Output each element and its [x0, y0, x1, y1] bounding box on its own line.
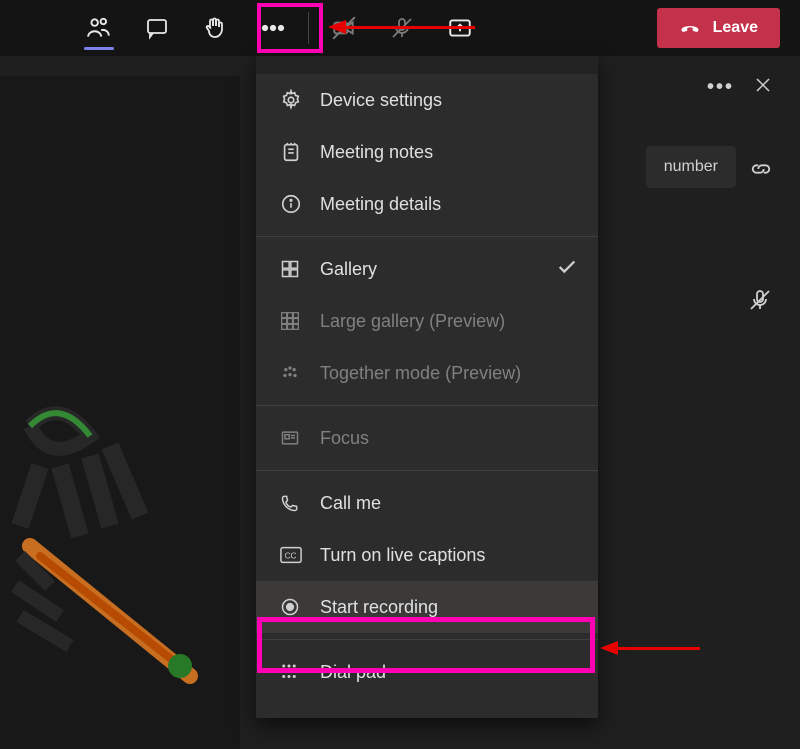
chip-label: number	[664, 158, 718, 175]
annotation-arrowhead-top	[328, 20, 346, 34]
menu-separator	[256, 470, 598, 471]
panel-controls: •••	[707, 76, 772, 99]
gear-icon	[280, 89, 320, 111]
menu-gallery[interactable]: Gallery	[256, 243, 598, 295]
panel-more-icon[interactable]: •••	[707, 76, 734, 99]
menu-label: Together mode (Preview)	[320, 363, 521, 384]
large-grid-icon	[280, 311, 320, 331]
menu-large-gallery: Large gallery (Preview)	[256, 295, 598, 347]
menu-label: Start recording	[320, 597, 438, 618]
menu-separator	[256, 236, 598, 237]
dialpad-icon	[280, 663, 320, 681]
menu-focus: Focus	[256, 412, 598, 464]
menu-start-recording[interactable]: Start recording	[256, 581, 598, 633]
record-icon	[280, 597, 320, 617]
menu-label: Large gallery (Preview)	[320, 311, 505, 332]
menu-label: Meeting details	[320, 194, 441, 215]
menu-label: Meeting notes	[320, 142, 433, 163]
annotation-arrowhead-record	[600, 641, 618, 655]
video-pane	[0, 76, 240, 749]
menu-meeting-notes[interactable]: Meeting notes	[256, 126, 598, 178]
svg-text:CC: CC	[285, 552, 297, 561]
more-actions-menu: Device settings Meeting notes Meeting de…	[256, 56, 598, 718]
raise-hand-button[interactable]	[186, 0, 244, 56]
focus-icon	[280, 428, 320, 448]
number-chip[interactable]: number	[646, 146, 736, 188]
phone-icon	[280, 493, 320, 513]
toolbar-divider	[308, 12, 309, 44]
grid-icon	[280, 259, 320, 279]
cc-icon: CC	[280, 546, 320, 564]
menu-label: Gallery	[320, 259, 377, 280]
menu-label: Call me	[320, 493, 381, 514]
menu-label: Dial pad	[320, 662, 386, 683]
menu-label: Device settings	[320, 90, 442, 111]
notes-icon	[280, 141, 320, 163]
leave-button[interactable]: Leave	[657, 8, 780, 48]
annotation-arrow-record	[615, 647, 700, 650]
menu-meeting-details[interactable]: Meeting details	[256, 178, 598, 230]
info-icon	[280, 193, 320, 215]
menu-label: Turn on live captions	[320, 545, 485, 566]
leave-label: Leave	[713, 19, 758, 37]
menu-separator	[256, 405, 598, 406]
chat-button[interactable]	[128, 0, 186, 56]
menu-dial-pad[interactable]: Dial pad	[256, 646, 598, 698]
menu-live-captions[interactable]: CC Turn on live captions	[256, 529, 598, 581]
participants-button[interactable]	[70, 0, 128, 56]
panel-close-button[interactable]	[754, 76, 772, 99]
people-icon	[280, 363, 320, 383]
menu-together-mode: Together mode (Preview)	[256, 347, 598, 399]
link-icon[interactable]	[750, 158, 772, 185]
more-actions-button[interactable]	[244, 0, 302, 56]
menu-device-settings[interactable]: Device settings	[256, 74, 598, 126]
checkmark-icon	[556, 256, 578, 283]
annotation-arrow-top	[345, 26, 475, 29]
participant-muted-icon	[748, 288, 772, 317]
menu-call-me[interactable]: Call me	[256, 477, 598, 529]
menu-separator	[256, 639, 598, 640]
menu-label: Focus	[320, 428, 369, 449]
hangup-icon	[679, 17, 701, 39]
whiteboard-scribble	[10, 386, 240, 736]
